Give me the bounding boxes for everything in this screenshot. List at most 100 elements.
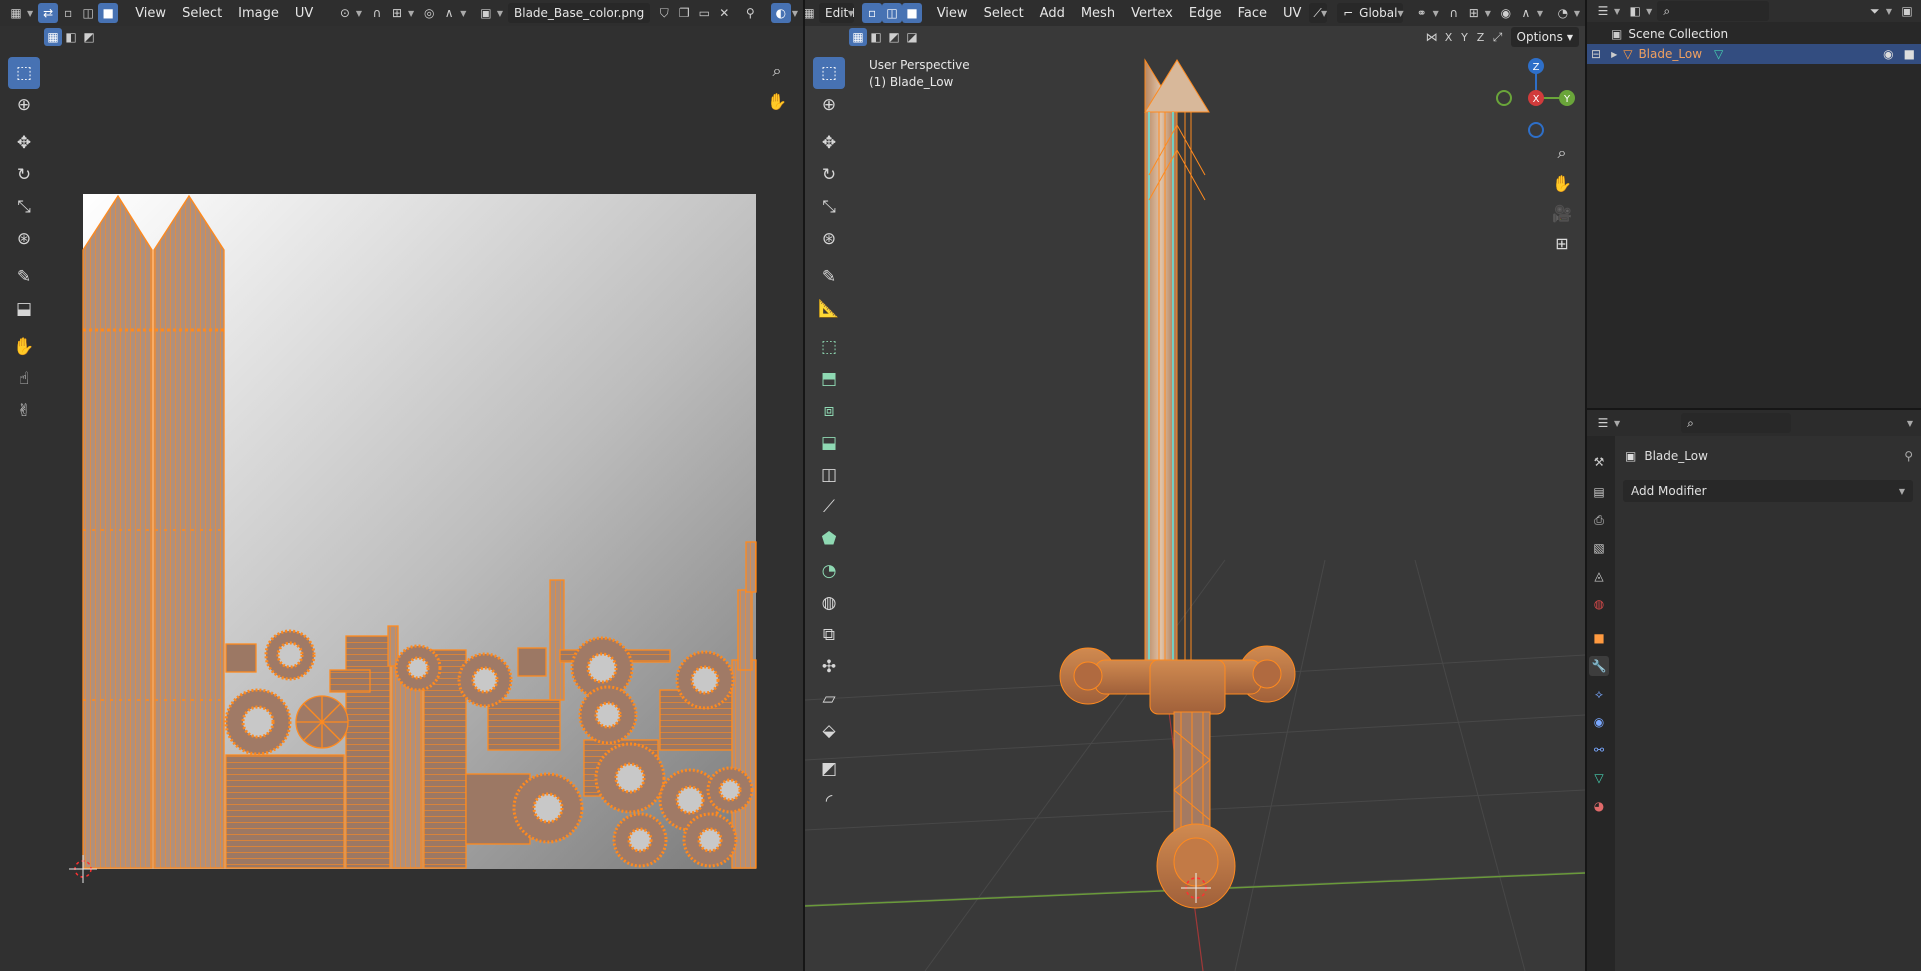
move-tool-icon[interactable]: ✥ — [813, 127, 845, 159]
edit-mode-icon[interactable]: ⊟ — [1591, 47, 1601, 61]
properties-object-name: Blade_Low — [1644, 449, 1708, 463]
editor-type-icon[interactable]: ☰ — [1593, 1, 1613, 21]
chevron-down-icon: ▼ — [1885, 6, 1892, 16]
pin-icon[interactable]: ⚲ — [1904, 449, 1913, 463]
blade — [1144, 58, 1178, 663]
constraints-tab-icon[interactable]: ⚯ — [1589, 740, 1609, 760]
gizmo-x-label: X — [1533, 94, 1540, 105]
perspective-grid-icon[interactable]: ⊞ — [1549, 230, 1575, 256]
object-tab-icon[interactable]: ■ — [1589, 628, 1609, 648]
object-square-icon: ▣ — [1625, 449, 1637, 463]
knife-tool-icon[interactable]: ⟋ — [813, 491, 845, 523]
display-mode-icon[interactable]: ◧ — [1625, 1, 1645, 21]
tool-tab-icon[interactable]: ⚒ — [1589, 452, 1609, 472]
chevron-down-icon: ▼ — [1646, 6, 1653, 16]
outliner-search[interactable]: ⌕ — [1657, 1, 1770, 21]
modifier-tab-icon[interactable]: 🔧 — [1589, 656, 1609, 676]
gizmo-neg-y-axis[interactable] — [1496, 90, 1512, 106]
cursor-tool-icon[interactable]: ⊕ — [813, 89, 845, 121]
3d-viewport: ▦ Edit Mode ▼ ▫ ◫ ■ View Select Add Mesh… — [805, 0, 1585, 971]
scene-tab-icon[interactable]: ◬ — [1589, 566, 1609, 586]
mesh-data-icon[interactable]: ▽ — [1714, 47, 1723, 61]
rotate-tool-icon[interactable]: ↻ — [813, 159, 845, 191]
scale-tool-icon[interactable]: ⤡ — [813, 191, 845, 223]
area-separator[interactable] — [1587, 408, 1921, 410]
uv-editor: ▦ ▼ ⇄ ▫ ◫ ■ View Select Image UV ⊙ ▼ ∩ ⊞ ▼ … — [0, 0, 803, 971]
world-tab-icon[interactable]: ◍ — [1589, 594, 1609, 614]
properties-editor: ☰ ▼ ⌕ ▼ ⚒ ▤ ⎙ ▧ ◬ ◍ ■ 🔧 ⟡ ◉ ⚯ ▽ ◕ ▣ Blade… — [1587, 410, 1921, 971]
grip — [1173, 711, 1211, 833]
camera-icon[interactable]: ■ — [1904, 47, 1915, 61]
annotate-tool-icon[interactable]: ✎ — [813, 261, 845, 293]
properties-search[interactable]: ⌕ — [1681, 413, 1792, 433]
filter-icon[interactable]: ⏷ — [1865, 1, 1885, 21]
transform-tool-icon[interactable]: ⊛ — [813, 223, 845, 255]
outliner-object-row[interactable]: ⊟ ▶ ▽ Blade_Low ▽ ◉ ■ — [1587, 44, 1921, 64]
chevron-down-icon: ▼ — [1898, 486, 1905, 496]
viewport-toolbar: ⬚ ⊕ ✥ ↻ ⤡ ⊛ ✎ 📐 ⬚ ⬒ ⧈ ⬓ ◫ ⟋ ⬟ ◔ ◍ ⧉ ✣ ▱ … — [813, 57, 845, 817]
smooth-tool-icon[interactable]: ◍ — [813, 587, 845, 619]
blender-window: ▦ ▼ ⇄ ▫ ◫ ■ View Select Image UV ⊙ ▼ ∩ ⊞ ▼ … — [0, 0, 1921, 971]
pan-hand-icon[interactable]: ✋ — [1549, 170, 1575, 196]
view-name: User Perspective — [869, 58, 970, 72]
properties-object-row: ▣ Blade_Low ⚲ — [1625, 446, 1913, 466]
eye-icon[interactable]: ◉ — [1883, 47, 1893, 61]
sword-mesh — [1059, 58, 1296, 909]
extrude-tool-icon[interactable]: ⬒ — [813, 363, 845, 395]
gizmo-neg-z-axis[interactable] — [1528, 122, 1544, 138]
rip-tool-icon[interactable]: ⬙ — [813, 715, 845, 747]
shrink-fatten-tool-icon[interactable]: ✣ — [813, 651, 845, 683]
edge-slide-tool-icon[interactable]: ⧉ — [813, 619, 845, 651]
outliner: ☰ ▼ ◧ ▼ ⌕ ⏷ ▼ ▣ ▣ Scene Collection ⊟ ▶ ▽ Bl… — [1587, 0, 1921, 408]
add-modifier-label: Add Modifier — [1631, 484, 1707, 498]
spin-tool-icon[interactable]: ◔ — [813, 555, 845, 587]
uv-tool-icon[interactable]: ◩ — [813, 753, 845, 785]
zoom-icon[interactable]: ⌕ — [1549, 140, 1575, 166]
outliner-header: ☰ ▼ ◧ ▼ ⌕ ⏷ ▼ ▣ — [1587, 0, 1921, 22]
gizmo-z-label: Z — [1533, 62, 1540, 73]
view-layer-tab-icon[interactable]: ▧ — [1589, 538, 1609, 558]
expand-arrow-icon[interactable]: ▶ — [1611, 50, 1617, 59]
physics-tab-icon[interactable]: ◉ — [1589, 712, 1609, 732]
properties-header: ☰ ▼ ⌕ ▼ — [1587, 410, 1921, 436]
scene-collection-label: Scene Collection — [1628, 27, 1729, 41]
outliner-object-label: Blade_Low — [1638, 47, 1703, 61]
curve-tool-icon[interactable]: ◜ — [813, 785, 845, 817]
bevel-tool-icon[interactable]: ⬓ — [813, 427, 845, 459]
add-cube-tool-icon[interactable]: ⬚ — [813, 331, 845, 363]
chevron-down-icon: ▼ — [1614, 418, 1621, 428]
new-collection-icon[interactable]: ▣ — [1897, 1, 1917, 21]
camera-view-icon[interactable]: 🎥 — [1549, 200, 1575, 226]
search-icon: ⌕ — [1687, 415, 1694, 430]
add-modifier-dropdown[interactable]: Add Modifier ▼ — [1623, 480, 1913, 502]
search-icon: ⌕ — [1663, 3, 1671, 18]
mesh-object-icon: ▽ — [1623, 47, 1633, 61]
shear-tool-icon[interactable]: ▱ — [813, 683, 845, 715]
render-tab-icon[interactable]: ▤ — [1589, 482, 1609, 502]
chevron-down-icon: ▼ — [1614, 6, 1621, 16]
inset-tool-icon[interactable]: ⧈ — [813, 395, 845, 427]
blade-uv-island — [153, 194, 225, 869]
object-data-tab-icon[interactable]: ▽ — [1589, 768, 1609, 788]
poly-build-tool-icon[interactable]: ⬟ — [813, 523, 845, 555]
scene-collection-row[interactable]: ▣ Scene Collection — [1587, 24, 1921, 44]
properties-tab-column: ⚒ ▤ ⎙ ▧ ◬ ◍ ■ 🔧 ⟡ ◉ ⚯ ▽ ◕ — [1587, 436, 1615, 971]
gizmo-y-label: Y — [1563, 94, 1571, 105]
scene-collection-icon: ▣ — [1611, 27, 1623, 41]
uv-canvas[interactable] — [0, 0, 803, 971]
area-separator[interactable] — [1585, 0, 1587, 971]
output-tab-icon[interactable]: ⎙ — [1589, 510, 1609, 530]
particles-tab-icon[interactable]: ⟡ — [1589, 684, 1609, 704]
blade-uv-island — [82, 194, 153, 869]
editor-type-icon[interactable]: ☰ — [1593, 413, 1613, 433]
active-object-label: (1) Blade_Low — [869, 75, 954, 89]
area-separator[interactable] — [803, 0, 805, 971]
measure-tool-icon[interactable]: 📐 — [813, 293, 845, 325]
view-info: User Perspective (1) Blade_Low — [869, 57, 970, 91]
material-tab-icon[interactable]: ◕ — [1589, 796, 1609, 816]
select-box-tool-icon[interactable]: ⬚ — [813, 57, 845, 89]
loop-cut-tool-icon[interactable]: ◫ — [813, 459, 845, 491]
navigation-gizmo[interactable]: Z X Y — [1496, 58, 1575, 138]
viewport-scene[interactable]: Z X Y — [805, 0, 1585, 971]
chevron-down-icon[interactable]: ▼ — [1907, 419, 1913, 428]
